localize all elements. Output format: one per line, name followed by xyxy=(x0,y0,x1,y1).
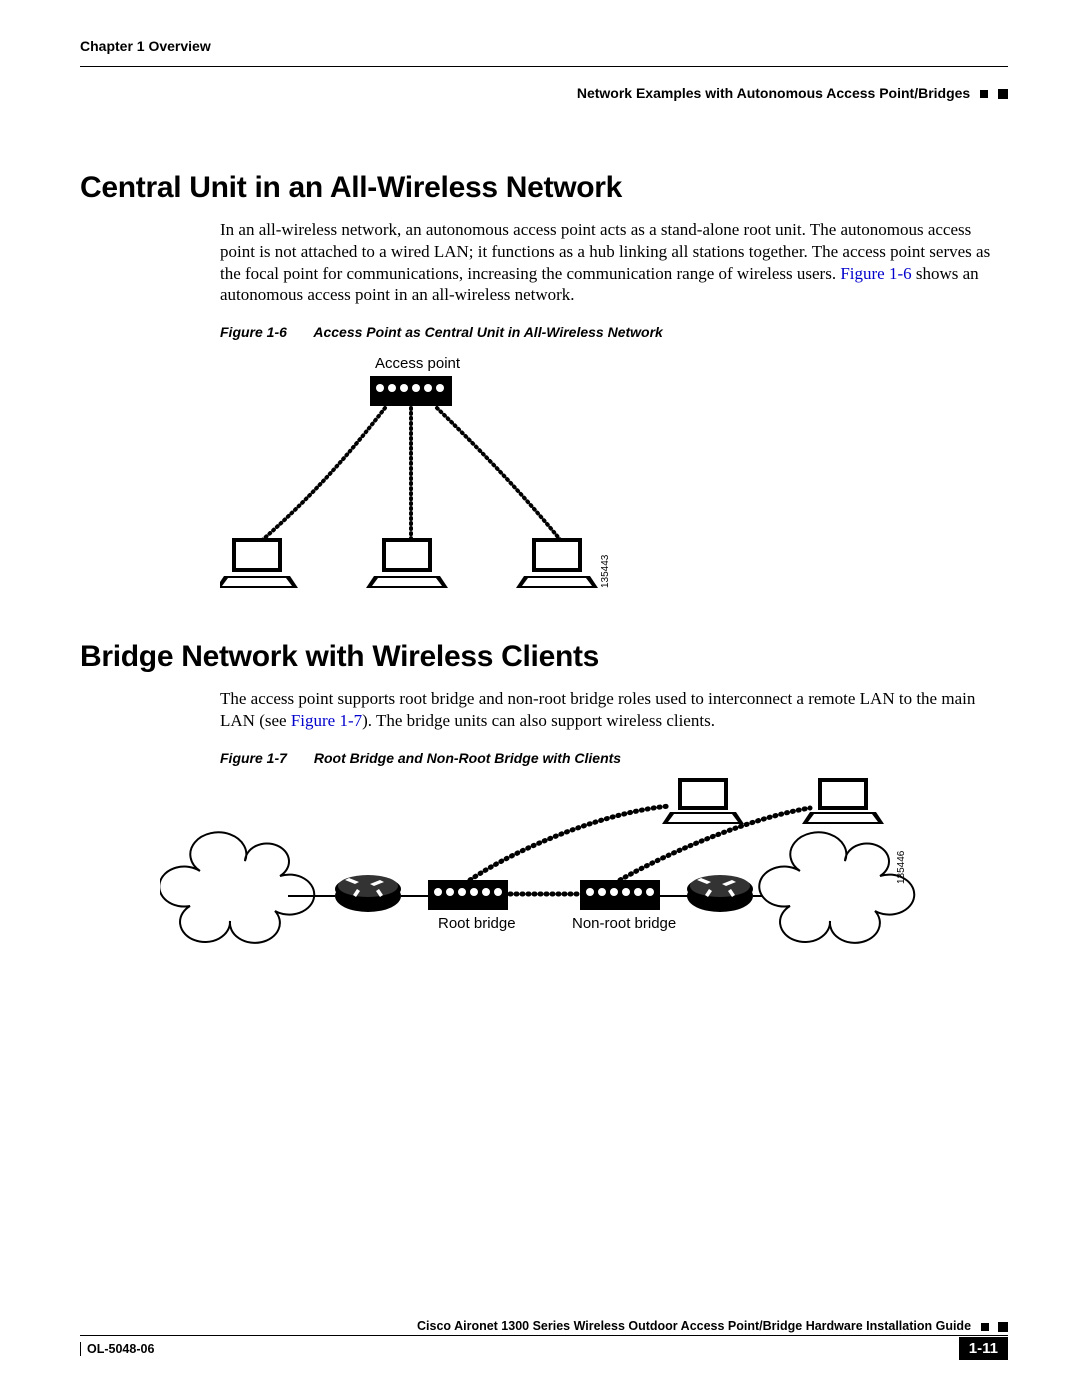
ap-label: Access point xyxy=(375,355,461,372)
footer-row: OL-5048-06 1-11 xyxy=(80,1340,1008,1357)
footer-right: 1-11 xyxy=(953,1340,1008,1357)
header-bar: Chapter 1 Overview xyxy=(80,38,1008,67)
body-text: ). The bridge units can also support wir… xyxy=(362,711,715,730)
figure-label: Figure 1-7 xyxy=(220,750,310,766)
header-marker-icon xyxy=(998,89,1008,99)
access-point-icon xyxy=(370,376,452,406)
image-number: 135443 xyxy=(600,554,611,588)
figure-label: Figure 1-6 xyxy=(220,324,310,340)
figure-title: Access Point as Central Unit in All-Wire… xyxy=(313,324,662,340)
header-section-row: Network Examples with Autonomous Access … xyxy=(80,85,1008,101)
footer-marker-icon xyxy=(998,1322,1008,1332)
wireless-link-icon xyxy=(260,408,562,542)
footer-guide-row: Cisco Aironet 1300 Series Wireless Outdo… xyxy=(80,1319,1008,1333)
figure-1-6: Access point xyxy=(220,350,1008,600)
footer-marker-icon xyxy=(981,1323,989,1331)
router-icon xyxy=(335,875,401,912)
footer-tick-icon xyxy=(80,1342,81,1356)
figure-ref-link[interactable]: Figure 1-6 xyxy=(840,264,911,283)
bridge-icon xyxy=(580,880,660,910)
footer-left: OL-5048-06 xyxy=(80,1342,154,1356)
laptop-icon xyxy=(220,538,298,588)
section-heading: Bridge Network with Wireless Clients xyxy=(80,640,1008,674)
laptop-icon xyxy=(662,778,744,824)
header-chapter: Chapter 1 Overview xyxy=(80,38,211,54)
footer-doc-id: OL-5048-06 xyxy=(87,1342,154,1356)
body-paragraph: In an all-wireless network, an autonomou… xyxy=(80,219,1008,306)
footer-guide-title: Cisco Aironet 1300 Series Wireless Outdo… xyxy=(417,1319,971,1333)
figure-ref-link[interactable]: Figure 1-7 xyxy=(291,711,362,730)
cloud-icon xyxy=(759,832,914,943)
nonroot-bridge-label: Non-root bridge xyxy=(572,915,676,932)
body-paragraph: The access point supports root bridge an… xyxy=(80,688,1008,732)
laptop-icon xyxy=(802,778,884,824)
page-number: 1-11 xyxy=(959,1337,1008,1360)
router-icon xyxy=(687,875,753,912)
header-marker-icon xyxy=(980,90,988,98)
figure-title: Root Bridge and Non-Root Bridge with Cli… xyxy=(314,750,621,766)
root-bridge-label: Root bridge xyxy=(438,915,516,932)
page: Chapter 1 Overview Network Examples with… xyxy=(0,0,1080,1397)
image-number: 135446 xyxy=(896,850,907,884)
header-section: Network Examples with Autonomous Access … xyxy=(577,85,970,101)
footer-rule xyxy=(80,1335,1008,1336)
figure-1-7: Root bridge Non-root bridge xyxy=(160,776,1008,976)
section-heading: Central Unit in an All-Wireless Network xyxy=(80,171,1008,205)
bridge-icon xyxy=(428,880,508,910)
footer: Cisco Aironet 1300 Series Wireless Outdo… xyxy=(80,1319,1008,1357)
figure-caption: Figure 1-7 Root Bridge and Non-Root Brid… xyxy=(220,750,1008,766)
cloud-icon xyxy=(160,832,314,943)
laptop-icon xyxy=(516,538,598,588)
figure-caption: Figure 1-6 Access Point as Central Unit … xyxy=(220,324,1008,340)
laptop-icon xyxy=(366,538,448,588)
